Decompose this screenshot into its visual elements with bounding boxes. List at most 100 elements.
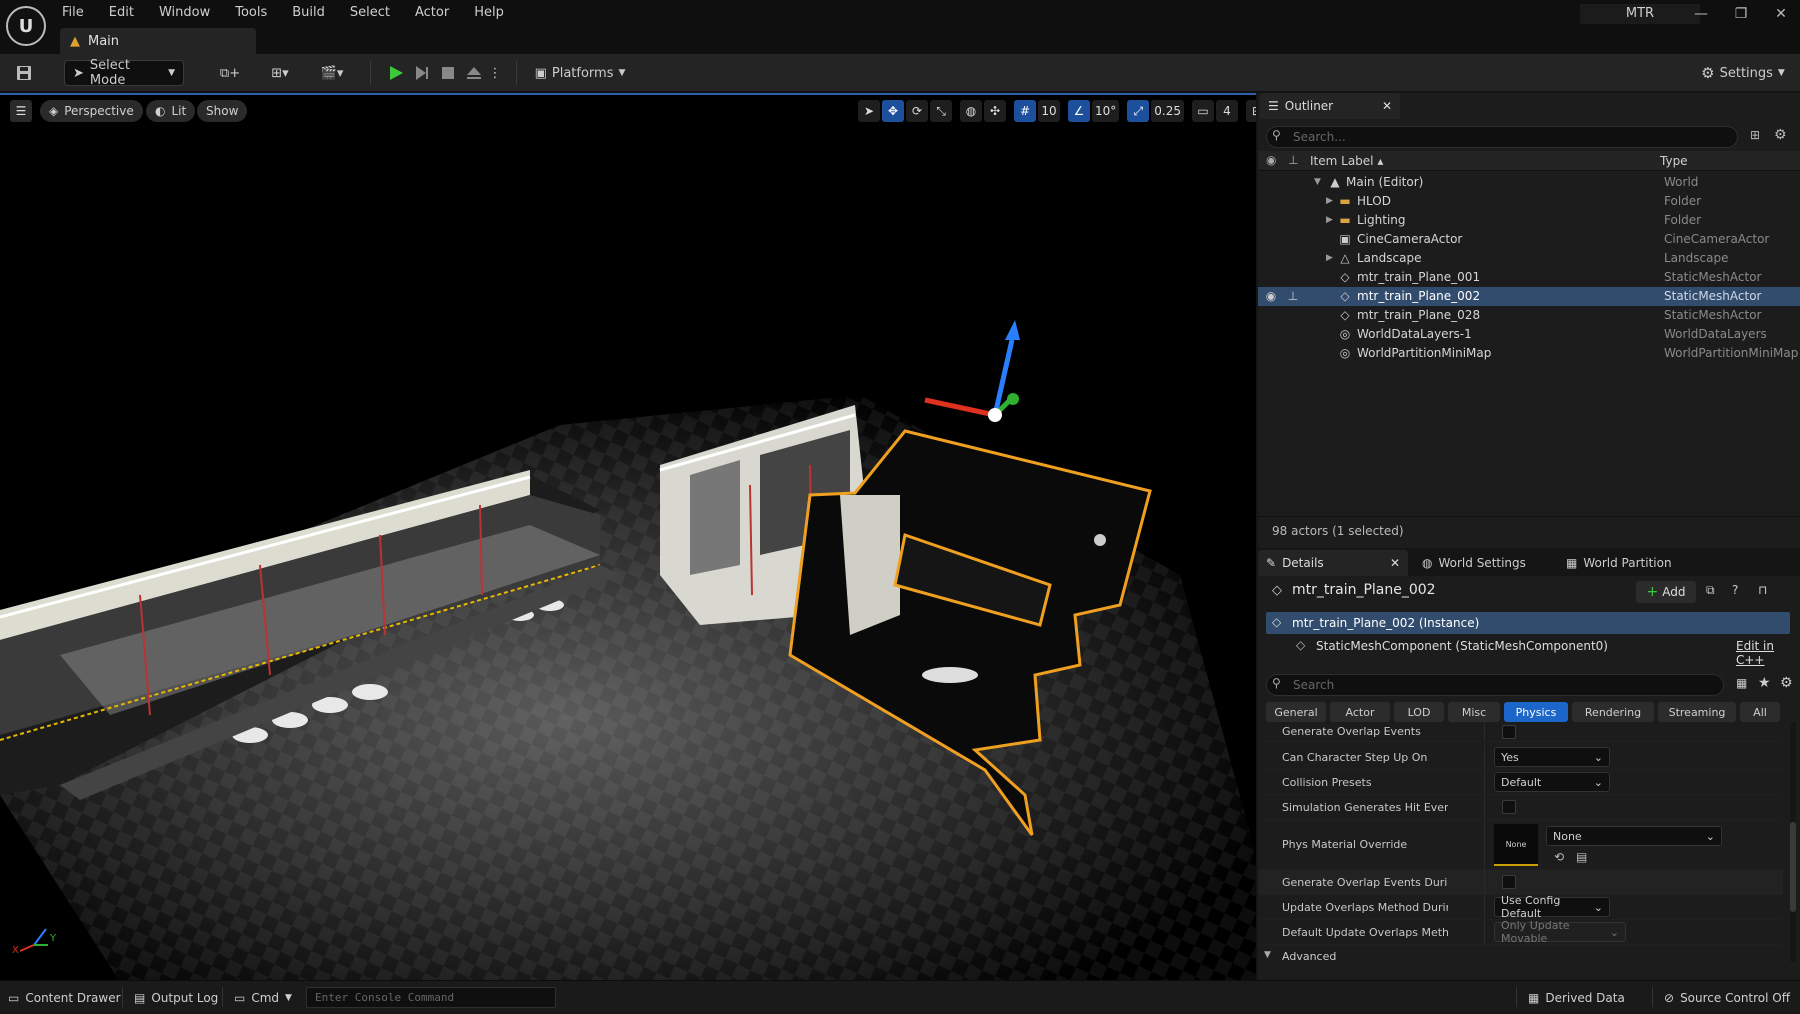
- filter-rendering[interactable]: Rendering: [1572, 702, 1654, 722]
- gear-icon[interactable]: ⚙: [1774, 127, 1787, 143]
- source-control-button[interactable]: ⊘ Source Control Off: [1664, 981, 1790, 1014]
- filter-streaming[interactable]: Streaming: [1658, 702, 1736, 722]
- phys-material-dropdown[interactable]: None ⌄: [1546, 826, 1722, 846]
- restore-icon[interactable]: ❐: [1726, 6, 1756, 26]
- outliner-row[interactable]: ◇ mtr_train_Plane_001 StaticMeshActor: [1258, 268, 1800, 287]
- outliner-row[interactable]: ◎ WorldDataLayers-1 WorldDataLayers: [1258, 325, 1800, 344]
- menu-build[interactable]: Build: [292, 5, 338, 20]
- level-viewport[interactable]: X Y ☰ ◈ Perspective ◐ Lit Show ➤ ✥ ⟳ ⤡ ◍ ✣…: [0, 93, 1256, 980]
- save-icon[interactable]: [10, 60, 38, 86]
- step-button[interactable]: [410, 60, 434, 86]
- overlap-level-streaming-checkbox[interactable]: [1502, 875, 1516, 889]
- close-tab-icon[interactable]: ✕: [1390, 556, 1400, 570]
- world-space-icon[interactable]: ◍: [960, 100, 982, 122]
- close-tab-icon[interactable]: ✕: [1382, 99, 1392, 113]
- details-scrollbar[interactable]: [1790, 722, 1796, 962]
- transform-gizmo[interactable]: [924, 320, 1020, 422]
- generate-overlap-checkbox[interactable]: [1502, 725, 1516, 739]
- filter-misc[interactable]: Misc: [1448, 702, 1500, 722]
- filter-general[interactable]: General: [1266, 702, 1326, 722]
- hit-events-checkbox[interactable]: [1502, 800, 1516, 814]
- viewport-layout-icon[interactable]: ⊞: [1246, 100, 1256, 122]
- menu-help[interactable]: Help: [474, 5, 517, 20]
- derived-data-button[interactable]: ▦ Derived Data: [1528, 981, 1625, 1014]
- tab-details[interactable]: ✎ Details ✕: [1258, 550, 1408, 576]
- table-view-icon[interactable]: ▦: [1736, 676, 1747, 690]
- details-search-input[interactable]: Search: [1266, 674, 1724, 696]
- scale-tool-icon[interactable]: ⤡: [930, 100, 952, 122]
- component-row[interactable]: ◇ StaticMeshComponent (StaticMeshCompone…: [1266, 635, 1790, 667]
- rotation-snap-value[interactable]: 10°: [1092, 100, 1120, 122]
- eject-button[interactable]: [462, 60, 486, 86]
- scale-snap-value[interactable]: 0.25: [1151, 100, 1184, 122]
- translate-tool-icon[interactable]: ✥: [882, 100, 904, 122]
- stop-button[interactable]: [436, 60, 460, 86]
- instance-row[interactable]: ◇ mtr_train_Plane_002 (Instance): [1266, 612, 1790, 634]
- camera-speed-value[interactable]: 4: [1216, 100, 1238, 122]
- help-icon[interactable]: ?: [1732, 583, 1738, 597]
- close-icon[interactable]: ✕: [1766, 6, 1796, 26]
- actor-name[interactable]: mtr_train_Plane_002: [1292, 582, 1436, 598]
- outliner-row[interactable]: ▼ ▲ Main (Editor) World: [1258, 173, 1800, 192]
- surface-snap-icon[interactable]: ✣: [984, 100, 1006, 122]
- lit-button[interactable]: ◐ Lit: [146, 100, 196, 122]
- filter-lod[interactable]: LOD: [1394, 702, 1444, 722]
- play-options-icon[interactable]: ⋮: [488, 60, 502, 86]
- column-type[interactable]: Type: [1660, 154, 1688, 168]
- scrollbar-thumb[interactable]: [1790, 822, 1796, 912]
- outliner-row[interactable]: ◇ mtr_train_Plane_028 StaticMeshActor: [1258, 306, 1800, 325]
- tab-world-settings[interactable]: ◍ World Settings: [1408, 556, 1558, 570]
- minimize-icon[interactable]: —: [1686, 6, 1716, 26]
- outliner-row[interactable]: ◎ WorldPartitionMiniMap WorldPartitionMi…: [1258, 344, 1800, 363]
- scale-snap-icon[interactable]: ⤢: [1127, 100, 1150, 122]
- visibility-icon[interactable]: ◉: [1264, 289, 1278, 303]
- star-icon[interactable]: ★: [1758, 675, 1771, 691]
- column-item-label[interactable]: Item Label ▴: [1310, 154, 1383, 168]
- select-tool-icon[interactable]: ➤: [858, 100, 880, 122]
- output-log-button[interactable]: ▤ Output Log: [134, 981, 218, 1014]
- collision-presets-dropdown[interactable]: Default ⌄: [1494, 772, 1610, 792]
- lock-icon[interactable]: ⊓: [1758, 583, 1767, 597]
- cmd-dropdown[interactable]: ▭ Cmd ▼: [234, 981, 292, 1014]
- platforms-dropdown[interactable]: ▣ Platforms ▼: [530, 60, 630, 86]
- advanced-section[interactable]: ▼ Advanced: [1258, 946, 1783, 968]
- add-component-button[interactable]: + Add: [1636, 581, 1696, 603]
- console-command-input[interactable]: Enter Console Command: [306, 987, 556, 1008]
- gear-icon[interactable]: ⚙: [1780, 675, 1793, 691]
- use-selected-icon[interactable]: ⟲: [1554, 850, 1564, 864]
- tab-main[interactable]: ▲ Main: [60, 28, 256, 54]
- blueprint-button[interactable]: ⊞▾: [262, 60, 298, 86]
- blueprint-icon[interactable]: ⧉: [1706, 583, 1715, 598]
- material-thumbnail[interactable]: None: [1494, 824, 1538, 866]
- grid-snap-value[interactable]: 10: [1038, 100, 1060, 122]
- cinematics-button[interactable]: 🎬▾: [314, 60, 350, 86]
- camera-speed-icon[interactable]: ▭: [1192, 100, 1214, 122]
- outliner-search-input[interactable]: Search...: [1266, 126, 1738, 148]
- play-button[interactable]: [384, 60, 408, 86]
- outliner-row-selected[interactable]: ◉ ⊥ ◇ mtr_train_Plane_002 StaticMeshActo…: [1258, 287, 1800, 306]
- tab-world-partition[interactable]: ▦ World Partition: [1558, 556, 1672, 570]
- menu-tools[interactable]: Tools: [235, 5, 280, 20]
- pin-icon[interactable]: ⊥: [1286, 289, 1300, 303]
- filter-actor[interactable]: Actor: [1330, 702, 1390, 722]
- browse-icon[interactable]: ▤: [1576, 850, 1587, 864]
- show-button[interactable]: Show: [197, 100, 248, 122]
- rotation-snap-icon[interactable]: ∠: [1068, 100, 1090, 122]
- edit-in-cpp-link[interactable]: Edit in C++: [1736, 639, 1790, 667]
- update-overlaps-dropdown[interactable]: Use Config Default ⌄: [1494, 894, 1610, 920]
- rotate-tool-icon[interactable]: ⟳: [906, 100, 928, 122]
- grid-snap-icon[interactable]: #: [1014, 100, 1036, 122]
- step-up-dropdown[interactable]: Yes ⌄: [1494, 747, 1610, 767]
- perspective-button[interactable]: ◈ Perspective: [40, 100, 143, 122]
- outliner-row[interactable]: ▶ ▬ HLOD Folder: [1258, 192, 1800, 211]
- unreal-logo-icon[interactable]: U: [6, 6, 46, 46]
- outliner-row[interactable]: ▶ △ Landscape Landscape: [1258, 249, 1800, 268]
- filter-physics[interactable]: Physics: [1504, 702, 1568, 722]
- menu-window[interactable]: Window: [159, 5, 223, 20]
- content-drawer-button[interactable]: ▭ Content Drawer: [8, 981, 121, 1014]
- outliner-row[interactable]: ▣ CineCameraActor CineCameraActor: [1258, 230, 1800, 249]
- menu-edit[interactable]: Edit: [109, 5, 147, 20]
- menu-file[interactable]: File: [62, 5, 97, 20]
- select-mode-dropdown[interactable]: ➤ Select Mode ▼: [64, 58, 184, 88]
- settings-dropdown[interactable]: ⚙ Settings ▼: [1694, 60, 1792, 86]
